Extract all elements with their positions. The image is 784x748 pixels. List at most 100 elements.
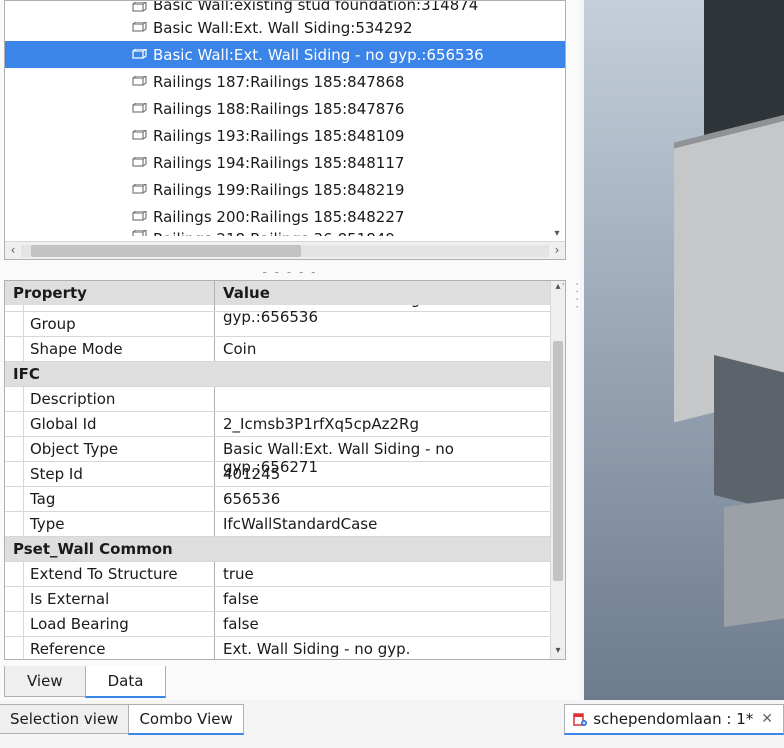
document-tab[interactable]: schependomlaan : 1* ✕ xyxy=(564,704,784,735)
property-row[interactable]: Is Externalfalse xyxy=(5,587,551,612)
document-tab-label: schependomlaan : 1* xyxy=(593,710,753,728)
expand-gutter xyxy=(9,637,24,659)
property-header-name[interactable]: Property xyxy=(5,281,215,305)
property-row[interactable]: Extend To Structuretrue xyxy=(5,562,551,587)
property-value[interactable]: true xyxy=(215,562,551,586)
property-name: Shape Mode xyxy=(5,337,215,361)
tree-item[interactable]: Basic Wall:Ext. Wall Siding:534292 xyxy=(5,14,565,41)
property-name: Step Id xyxy=(5,462,215,486)
tree-item-label: Railings 187:Railings 185:847868 xyxy=(153,73,404,91)
close-icon[interactable]: ✕ xyxy=(759,711,775,727)
property-value[interactable]: false xyxy=(215,587,551,611)
property-value[interactable]: 401245 xyxy=(215,462,551,486)
property-row[interactable]: LabelBasic Wall:Ext. Wall Siding - no gy… xyxy=(5,305,551,312)
property-header-value[interactable]: Value xyxy=(215,281,565,305)
property-value[interactable]: Basic Wall:Ext. Wall Siding - no gyp.:65… xyxy=(215,305,551,311)
tree-item[interactable]: Railings 193:Railings 185:848109 xyxy=(5,122,565,149)
tree-horizontal-scrollbar[interactable]: ‹ › xyxy=(5,241,565,259)
tree-item-label: Railings 194:Railings 185:848117 xyxy=(153,154,404,172)
property-category-label: IFC xyxy=(5,362,215,386)
property-tab-bar: View Data xyxy=(4,666,566,698)
panel-splitter-icon[interactable]: - - - - - xyxy=(0,265,580,279)
scroll-right-icon[interactable]: › xyxy=(549,242,565,259)
tree-item[interactable]: Railings 187:Railings 185:847868 xyxy=(5,68,565,95)
property-value[interactable] xyxy=(215,312,551,336)
expand-gutter xyxy=(9,462,24,486)
property-row[interactable]: Tag656536 xyxy=(5,487,551,512)
property-value[interactable]: IfcWallStandardCase xyxy=(215,512,551,536)
tree-item[interactable]: Railings 188:Railings 185:847876 xyxy=(5,95,565,122)
property-value[interactable] xyxy=(215,387,551,411)
tree-item[interactable]: Railings 194:Railings 185:848117 xyxy=(5,149,565,176)
tree-item-label: Basic Wall:existing stud foundation:3148… xyxy=(153,1,478,14)
freecad-doc-icon xyxy=(573,712,587,726)
property-row[interactable]: ReferenceExt. Wall Siding - no gyp. xyxy=(5,637,551,659)
document-tab-bar: schependomlaan : 1* ✕ xyxy=(564,704,784,734)
object-icon xyxy=(131,76,147,88)
tree-item-label: Railings 193:Railings 185:848109 xyxy=(153,127,404,145)
property-row[interactable]: Object TypeBasic Wall:Ext. Wall Siding -… xyxy=(5,437,551,462)
property-row[interactable]: Group xyxy=(5,312,551,337)
expand-gutter xyxy=(9,387,24,411)
property-row[interactable]: Description xyxy=(5,387,551,412)
expand-gutter xyxy=(9,305,24,311)
tree-item[interactable]: Railings 200:Railings 185:848227 xyxy=(5,203,565,230)
property-category: Pset_Wall Common xyxy=(5,537,551,562)
expand-gutter xyxy=(9,612,24,636)
property-value[interactable]: 2_Icmsb3P1rfXq5cpAz2Rg xyxy=(215,412,551,436)
scroll-left-icon[interactable]: ‹ xyxy=(5,242,21,259)
object-icon xyxy=(131,103,147,115)
property-value[interactable]: 656536 xyxy=(215,487,551,511)
property-name: Label xyxy=(5,305,215,311)
tree-item-label: Railings 200:Railings 185:848227 xyxy=(153,208,404,226)
tree-item-label: Railings 218:Railings 36:851849 xyxy=(153,230,395,236)
property-name: Tag xyxy=(5,487,215,511)
tree-item[interactable]: Railings 199:Railings 185:848219 xyxy=(5,176,565,203)
scroll-thumb[interactable] xyxy=(31,245,301,257)
property-value[interactable]: false xyxy=(215,612,551,636)
property-name: Extend To Structure xyxy=(5,562,215,586)
tree-item[interactable]: Basic Wall:existing stud foundation:3148… xyxy=(5,1,565,14)
property-category: IFC xyxy=(5,362,551,387)
combo-view-panel: Basic Wall:existing stud foundation:3148… xyxy=(0,0,580,700)
tree-scroll-down-icon[interactable]: ▾ xyxy=(551,229,563,241)
tab-combo-view[interactable]: Combo View xyxy=(128,704,243,735)
3d-viewport[interactable] xyxy=(584,0,784,700)
property-name: Is External xyxy=(5,587,215,611)
tree-item-label: Railings 188:Railings 185:847876 xyxy=(153,100,404,118)
property-name: Description xyxy=(5,387,215,411)
expand-gutter xyxy=(9,312,24,336)
property-vertical-scrollbar[interactable]: ▴ ▾ xyxy=(550,281,565,659)
property-value[interactable]: Ext. Wall Siding - no gyp. xyxy=(215,637,551,659)
property-grid[interactable]: Property Value LabelBasic Wall:Ext. Wall… xyxy=(4,280,566,660)
tab-view[interactable]: View xyxy=(4,666,86,697)
object-icon xyxy=(131,49,147,61)
tree-item[interactable]: Basic Wall:Ext. Wall Siding - no gyp.:65… xyxy=(5,41,565,68)
object-icon xyxy=(131,211,147,223)
property-row[interactable]: Global Id2_Icmsb3P1rfXq5cpAz2Rg xyxy=(5,412,551,437)
scroll-thumb-v[interactable] xyxy=(553,341,563,581)
model-tree[interactable]: Basic Wall:existing stud foundation:3148… xyxy=(4,0,566,260)
tree-item[interactable]: Railings 218:Railings 36:851849 xyxy=(5,230,565,236)
object-icon xyxy=(131,184,147,196)
property-name: Load Bearing xyxy=(5,612,215,636)
tab-selection-view[interactable]: Selection view xyxy=(0,704,129,734)
property-value[interactable]: Basic Wall:Ext. Wall Siding - no gyp.:65… xyxy=(215,437,551,461)
property-row[interactable]: Step Id401245 xyxy=(5,462,551,487)
expand-gutter xyxy=(9,412,24,436)
scroll-down-icon[interactable]: ▾ xyxy=(551,645,565,659)
object-icon xyxy=(131,2,147,14)
tab-data[interactable]: Data xyxy=(85,666,167,698)
expand-gutter xyxy=(9,562,24,586)
expand-gutter xyxy=(9,437,24,461)
vertical-splitter-icon[interactable]: · · · · · xyxy=(576,282,584,312)
property-row[interactable]: Load Bearingfalse xyxy=(5,612,551,637)
property-row[interactable]: Shape ModeCoin xyxy=(5,337,551,362)
tree-item-label: Railings 199:Railings 185:848219 xyxy=(153,181,404,199)
expand-gutter xyxy=(9,337,24,361)
expand-gutter xyxy=(9,487,24,511)
object-icon xyxy=(131,22,147,34)
property-value[interactable]: Coin xyxy=(215,337,551,361)
property-row[interactable]: TypeIfcWallStandardCase xyxy=(5,512,551,537)
object-icon xyxy=(131,157,147,169)
